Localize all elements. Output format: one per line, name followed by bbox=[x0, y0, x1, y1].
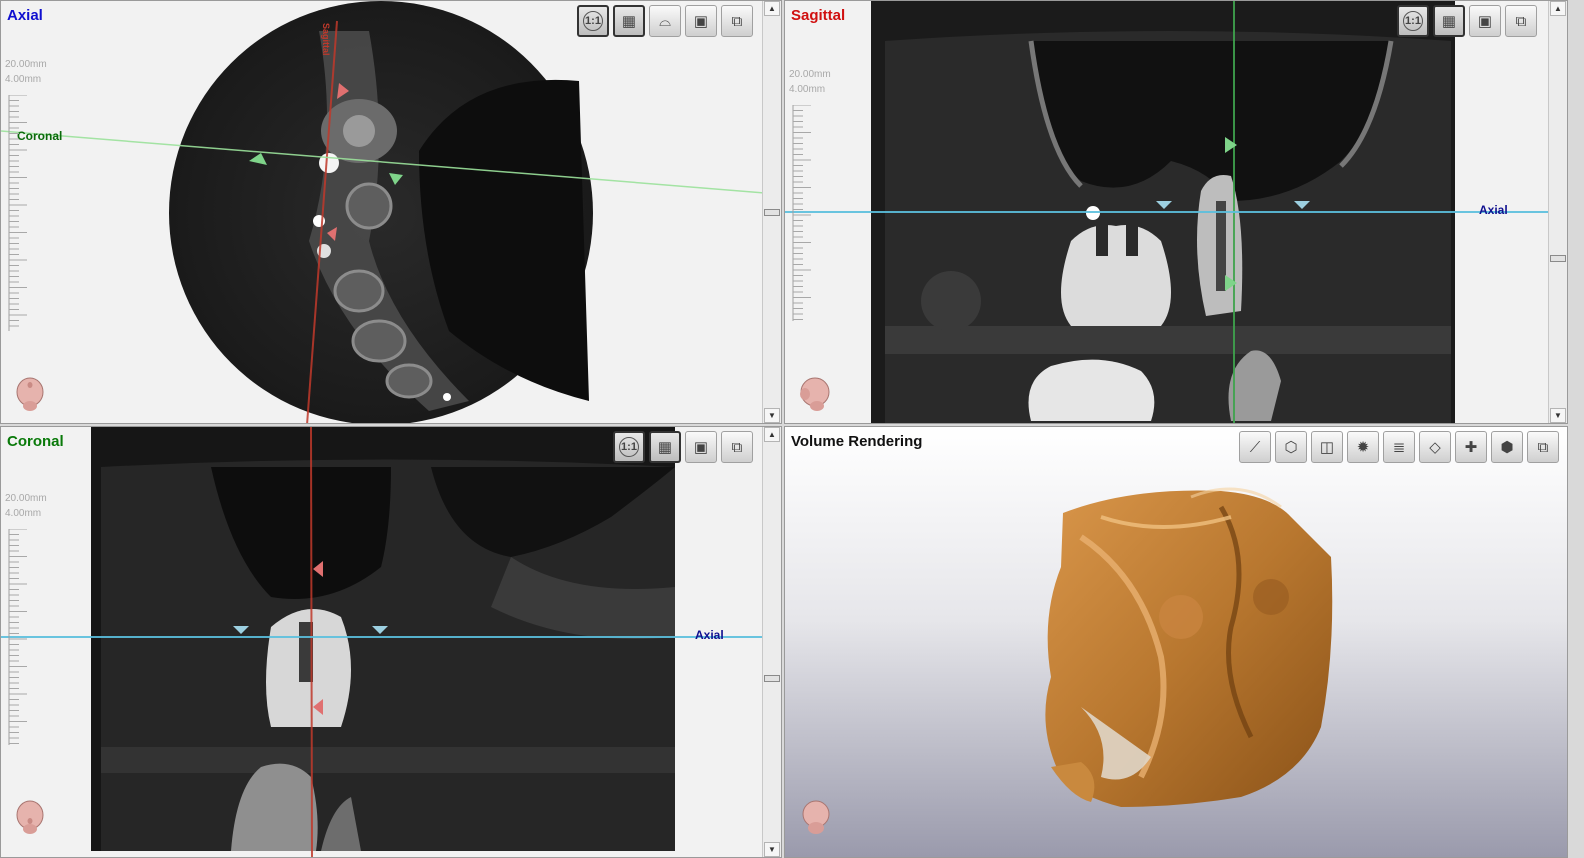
coronal-maximize-button[interactable]: ⧉ bbox=[721, 431, 753, 463]
volume-box-icon: ▣ bbox=[693, 13, 709, 30]
maximize-panel-icon: ⧉ bbox=[1537, 438, 1549, 456]
sagittal-scroll-up-button[interactable]: ▲ bbox=[1550, 1, 1566, 16]
volume-rendering-title: Volume Rendering bbox=[791, 433, 923, 450]
axial-measure-ruler bbox=[5, 95, 29, 331]
slice-layout-icon: ▦ bbox=[657, 439, 673, 456]
axial-panoramic-button[interactable]: ⌓ bbox=[649, 5, 681, 37]
coronal-scrollbar[interactable]: ▲ ▼ bbox=[762, 427, 781, 857]
coronal-view-panel[interactable]: Coronal 20.00mm 4.00mm Axial 1:1 ▦ ▣ ⧉ ▲… bbox=[0, 426, 782, 858]
sagittal-scroll-down-button[interactable]: ▼ bbox=[1550, 408, 1566, 423]
light-icon: ✹ bbox=[1356, 439, 1370, 456]
one-to-one-zoom-icon: 1:1 bbox=[583, 11, 603, 31]
volume-clip-plane-button[interactable]: ⟋ bbox=[1239, 431, 1271, 463]
coronal-scale-minor: 4.00mm bbox=[5, 508, 42, 519]
coronal-axial-line-label: Axial bbox=[695, 628, 724, 642]
sagittal-slice-layout-button[interactable]: ▦ bbox=[1433, 5, 1465, 37]
annotation-cube-icon: ◇ bbox=[1429, 439, 1441, 456]
sagittal-scroll-thumb[interactable] bbox=[1550, 255, 1566, 262]
sagittal-scrollbar[interactable]: ▲ ▼ bbox=[1548, 1, 1567, 423]
volume-orientation-head-icon[interactable] bbox=[799, 799, 833, 835]
crosshair-icon: ✚ bbox=[1464, 439, 1478, 456]
coronal-toolbar: 1:1 ▦ ▣ ⧉ bbox=[613, 431, 753, 463]
volume-3d-render[interactable] bbox=[1021, 477, 1341, 817]
maximize-panel-icon: ⧉ bbox=[1515, 12, 1527, 30]
volume-layers-button[interactable]: ≣ bbox=[1383, 431, 1415, 463]
sagittal-scale-minor: 4.00mm bbox=[789, 84, 826, 95]
sagittal-view-title: Sagittal bbox=[791, 7, 846, 24]
crop-box-icon: ◫ bbox=[1319, 439, 1335, 456]
sagittal-scale-major: 20.00mm bbox=[789, 69, 831, 80]
slice-layout-icon: ▦ bbox=[1441, 13, 1457, 30]
volume-maximize-button[interactable]: ⧉ bbox=[1527, 431, 1559, 463]
maximize-panel-icon: ⧉ bbox=[731, 12, 743, 30]
one-to-one-zoom-icon: 1:1 bbox=[1403, 11, 1423, 31]
axial-scrollbar[interactable]: ▲ ▼ bbox=[762, 1, 781, 423]
sagittal-measure-ruler bbox=[789, 105, 813, 321]
sagittal-toolbar: 1:1 ▦ ▣ ⧉ bbox=[1397, 5, 1537, 37]
axial-view-panel[interactable]: Axial 20.00mm 4.00mm Sagittal Coronal 1:… bbox=[0, 0, 782, 424]
axial-scale-minor: 4.00mm bbox=[5, 74, 42, 85]
axial-slice-layout-button[interactable]: ▦ bbox=[613, 5, 645, 37]
volume-orientation-cube-button[interactable]: ⬡ bbox=[1275, 431, 1307, 463]
volume-light-button[interactable]: ✹ bbox=[1347, 431, 1379, 463]
coronal-scale-major: 20.00mm bbox=[5, 493, 47, 504]
axial-volume-box-button[interactable]: ▣ bbox=[685, 5, 717, 37]
coronal-slice-layout-button[interactable]: ▦ bbox=[649, 431, 681, 463]
coronal-volume-box-button[interactable]: ▣ bbox=[685, 431, 717, 463]
slice-layout-icon: ▦ bbox=[621, 13, 637, 30]
volume-render-preset-button[interactable]: ⬢ bbox=[1491, 431, 1523, 463]
axial-scroll-up-button[interactable]: ▲ bbox=[764, 1, 780, 16]
maximize-panel-icon: ⧉ bbox=[731, 438, 743, 456]
volume-box-icon: ▣ bbox=[1477, 13, 1493, 30]
axial-sagittal-line-label: Sagittal bbox=[321, 23, 331, 56]
volume-rendering-panel[interactable]: Volume Rendering ⟋ ⬡ ◫ ✹ ≣ ◇ ✚ ⬢ ⧉ bbox=[784, 426, 1568, 858]
volume-box-icon: ▣ bbox=[693, 439, 709, 456]
coronal-one-to-one-button[interactable]: 1:1 bbox=[613, 431, 645, 463]
coronal-scale-info: 20.00mm 4.00mm bbox=[5, 491, 47, 521]
sagittal-orientation-head-icon[interactable] bbox=[797, 376, 831, 412]
sagittal-scale-info: 20.00mm 4.00mm bbox=[789, 67, 831, 97]
coronal-scroll-down-button[interactable]: ▼ bbox=[764, 842, 780, 857]
axial-scale-info: 20.00mm 4.00mm bbox=[5, 57, 47, 87]
coronal-measure-ruler bbox=[5, 529, 29, 745]
coronal-scroll-up-button[interactable]: ▲ bbox=[764, 427, 780, 442]
axial-one-to-one-button[interactable]: 1:1 bbox=[577, 5, 609, 37]
render-preset-icon: ⬢ bbox=[1500, 439, 1514, 456]
volume-annotation-cube-button[interactable]: ◇ bbox=[1419, 431, 1451, 463]
axial-orientation-head-icon[interactable] bbox=[13, 376, 47, 412]
sagittal-axial-line-label: Axial bbox=[1479, 203, 1508, 217]
axial-scroll-thumb[interactable] bbox=[764, 209, 780, 216]
layers-icon: ≣ bbox=[1392, 439, 1406, 456]
volume-toolbar: ⟋ ⬡ ◫ ✹ ≣ ◇ ✚ ⬢ ⧉ bbox=[1239, 431, 1559, 463]
one-to-one-zoom-icon: 1:1 bbox=[619, 437, 639, 457]
clip-plane-icon: ⟋ bbox=[1249, 438, 1261, 456]
axial-scale-major: 20.00mm bbox=[5, 59, 47, 70]
axial-view-title: Axial bbox=[7, 7, 43, 24]
panoramic-icon: ⌓ bbox=[659, 12, 671, 30]
sagittal-maximize-button[interactable]: ⧉ bbox=[1505, 5, 1537, 37]
axial-toolbar: 1:1 ▦ ⌓ ▣ ⧉ bbox=[577, 5, 753, 37]
axial-scroll-down-button[interactable]: ▼ bbox=[764, 408, 780, 423]
coronal-view-title: Coronal bbox=[7, 433, 64, 450]
coronal-scroll-thumb[interactable] bbox=[764, 675, 780, 682]
axial-maximize-button[interactable]: ⧉ bbox=[721, 5, 753, 37]
volume-crop-box-button[interactable]: ◫ bbox=[1311, 431, 1343, 463]
coronal-orientation-head-icon[interactable] bbox=[13, 799, 47, 835]
sagittal-view-panel[interactable]: Sagittal 20.00mm 4.00mm Axial 1:1 ▦ ▣ ⧉ … bbox=[784, 0, 1568, 424]
volume-crosshair-button[interactable]: ✚ bbox=[1455, 431, 1487, 463]
sagittal-volume-box-button[interactable]: ▣ bbox=[1469, 5, 1501, 37]
sagittal-one-to-one-button[interactable]: 1:1 bbox=[1397, 5, 1429, 37]
orientation-cube-icon: ⬡ bbox=[1284, 439, 1298, 456]
